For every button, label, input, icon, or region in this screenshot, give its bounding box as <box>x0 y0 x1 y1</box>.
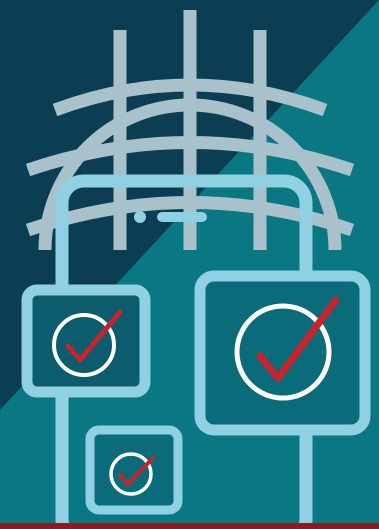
phone-speaker-slot <box>157 212 207 222</box>
checkmark-tile-bottom <box>85 425 183 515</box>
checkmark-tile-left <box>21 284 151 398</box>
phone-camera-dot <box>134 211 146 223</box>
checkmark-tile-right <box>194 270 371 436</box>
illustration-canvas <box>0 0 379 529</box>
illustration-svg <box>0 0 379 529</box>
bottom-accent-bar <box>0 523 379 529</box>
